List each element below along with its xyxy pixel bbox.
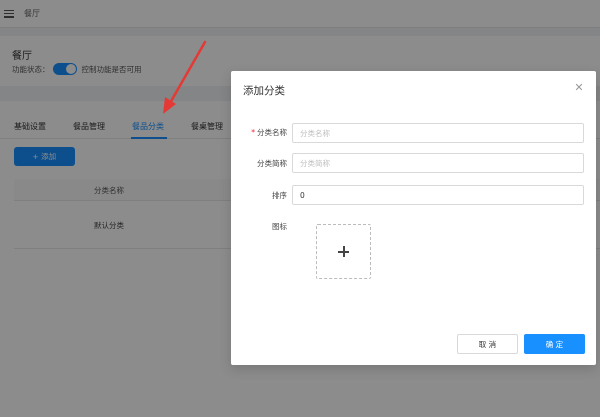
add-category-dialog: 添加分类 ✕ *分类名称 分类简称 排序 图标 取 消 确 定 [231, 71, 596, 365]
category-short-name-label: 分类简称 [257, 159, 287, 168]
close-icon[interactable]: ✕ [573, 81, 585, 95]
category-name-input[interactable] [292, 123, 584, 143]
category-name-label: * 分类名称 [231, 127, 287, 138]
confirm-button[interactable]: 确 定 [524, 334, 585, 354]
required-mark: * [251, 128, 255, 137]
sort-label: 排序 [272, 191, 287, 200]
icon-label: 图标 [272, 222, 287, 231]
category-short-name-input[interactable] [292, 153, 584, 173]
category-name-label-text: 分类名称 [257, 128, 287, 137]
dialog-title: 添加分类 [243, 85, 285, 97]
icon-upload-box[interactable] [316, 224, 371, 279]
plus-icon [338, 246, 349, 257]
dialog-header: 添加分类 ✕ [231, 71, 596, 109]
sort-input[interactable] [292, 185, 584, 205]
cancel-button[interactable]: 取 消 [457, 334, 518, 354]
